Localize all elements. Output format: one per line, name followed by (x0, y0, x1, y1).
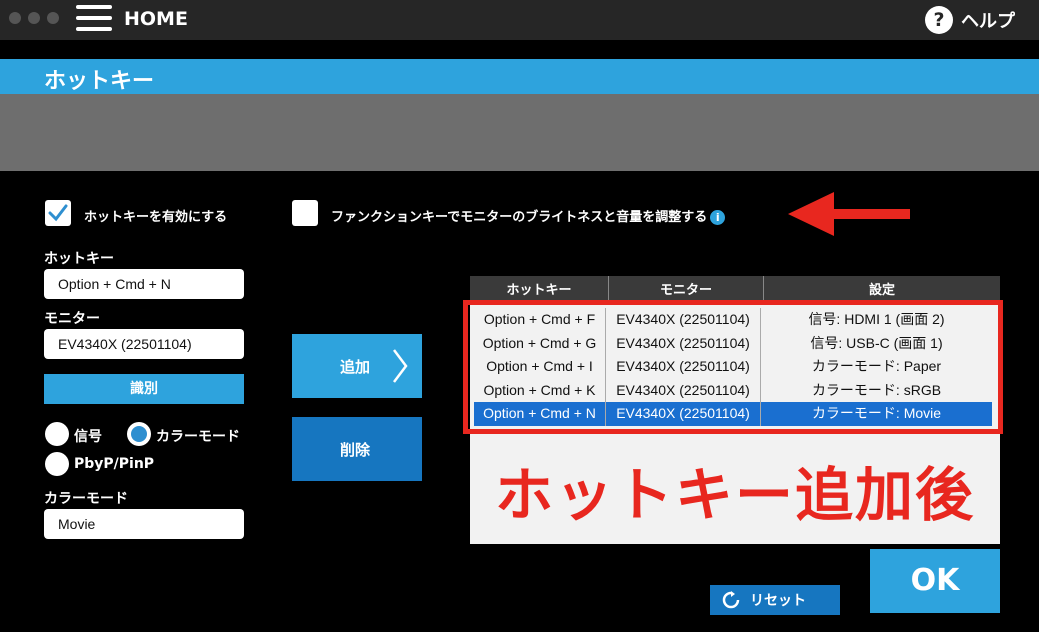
radio-pbyp[interactable] (45, 452, 69, 476)
table-row-selected[interactable]: Option + Cmd + N EV4340X (22501104) カラーモ… (474, 402, 992, 426)
title-bar: HOME ? ヘルプ (0, 0, 1039, 40)
cell-hotkey: Option + Cmd + G (474, 331, 606, 355)
cell-setting: 信号: USB-C (画面 1) (810, 334, 943, 351)
function-keys-label: ファンクションキーでモニターのブライトネスと音量を調整する (331, 210, 708, 225)
column-header-setting[interactable]: 設定 (764, 276, 1000, 304)
window-zoom-dot[interactable] (47, 12, 59, 24)
section-header: ホットキー (0, 59, 1039, 94)
cell-monitor: EV4340X (22501104) (606, 378, 761, 402)
header-band (0, 94, 1039, 171)
column-header-monitor[interactable]: モニター (609, 276, 764, 304)
cell-hotkey: Option + Cmd + F (474, 308, 606, 332)
window-close-dot[interactable] (9, 12, 21, 24)
enable-hotkey-label: ホットキーを有効にする (84, 210, 228, 225)
hotkey-input[interactable]: Option + Cmd + N (44, 269, 244, 299)
add-button-label: 追加 (340, 358, 371, 376)
radio-signal-label: 信号 (74, 429, 102, 445)
cell-setting: 信号: HDMI 1 (画面 2) (808, 311, 945, 327)
function-keys-option: ファンクションキーでモニターのブライトネスと音量を調整する i (331, 206, 726, 225)
red-arrow-annotation (788, 192, 910, 236)
info-icon[interactable]: i (710, 210, 726, 225)
checkmark-icon (48, 204, 68, 222)
identify-button[interactable]: 識別 (44, 374, 244, 404)
annotation-caption: ホットキー追加後 (494, 461, 975, 529)
cell-monitor: EV4340X (22501104) (606, 402, 761, 426)
enable-hotkey-checkbox[interactable] (45, 200, 71, 226)
chevron-right-icon (393, 349, 408, 383)
radio-pbyp-label: PbyP/PinP (74, 456, 155, 472)
menu-icon[interactable] (76, 5, 112, 33)
reset-button[interactable]: リセット (710, 585, 840, 615)
window-minimize-dot[interactable] (28, 12, 40, 24)
help-label: ヘルプ (961, 11, 1015, 32)
table-header: ホットキー モニター 設定 (470, 276, 1000, 304)
delete-button[interactable]: 削除 (292, 417, 422, 481)
colormode-select[interactable]: Movie (44, 509, 244, 539)
hotkey-field-label: ホットキー (44, 251, 114, 267)
section-title: ホットキー (44, 69, 155, 94)
radio-signal[interactable] (45, 422, 69, 446)
cell-setting: カラーモード: sRGB (811, 381, 942, 398)
cell-hotkey: Option + Cmd + N (474, 402, 606, 426)
help-icon: ? (925, 6, 953, 34)
table-row[interactable]: Option + Cmd + I EV4340X (22501104) カラーモ… (474, 355, 992, 379)
help-button[interactable]: ? ヘルプ (925, 6, 1015, 34)
column-header-hotkey[interactable]: ホットキー (470, 276, 609, 304)
function-keys-checkbox[interactable] (292, 200, 318, 226)
refresh-icon (722, 591, 740, 609)
ok-button[interactable]: OK (870, 549, 1000, 613)
cell-monitor: EV4340X (22501104) (606, 331, 761, 355)
add-button[interactable]: 追加 (292, 334, 422, 398)
cell-monitor: EV4340X (22501104) (606, 308, 761, 332)
radio-colormode[interactable] (127, 422, 151, 446)
radio-colormode-label: カラーモード (156, 429, 240, 445)
table-row[interactable]: Option + Cmd + G EV4340X (22501104) 信号: … (474, 331, 992, 355)
table-row[interactable]: Option + Cmd + K EV4340X (22501104) カラーモ… (474, 378, 992, 402)
cell-hotkey: Option + Cmd + K (474, 378, 606, 402)
hotkey-table-rows: Option + Cmd + F EV4340X (22501104) 信号: … (474, 308, 992, 426)
table-row[interactable]: Option + Cmd + F EV4340X (22501104) 信号: … (474, 308, 992, 332)
delete-button-label: 削除 (340, 441, 371, 459)
home-label[interactable]: HOME (124, 8, 188, 30)
colormode-field-label: カラーモード (44, 491, 128, 507)
cell-setting: カラーモード: Movie (811, 405, 942, 421)
reset-button-label: リセット (750, 593, 806, 609)
monitor-select[interactable]: EV4340X (22501104) (44, 329, 244, 359)
monitor-field-label: モニター (44, 311, 100, 327)
cell-monitor: EV4340X (22501104) (606, 355, 761, 379)
cell-hotkey: Option + Cmd + I (474, 355, 606, 379)
cell-setting: カラーモード: Paper (811, 358, 942, 374)
